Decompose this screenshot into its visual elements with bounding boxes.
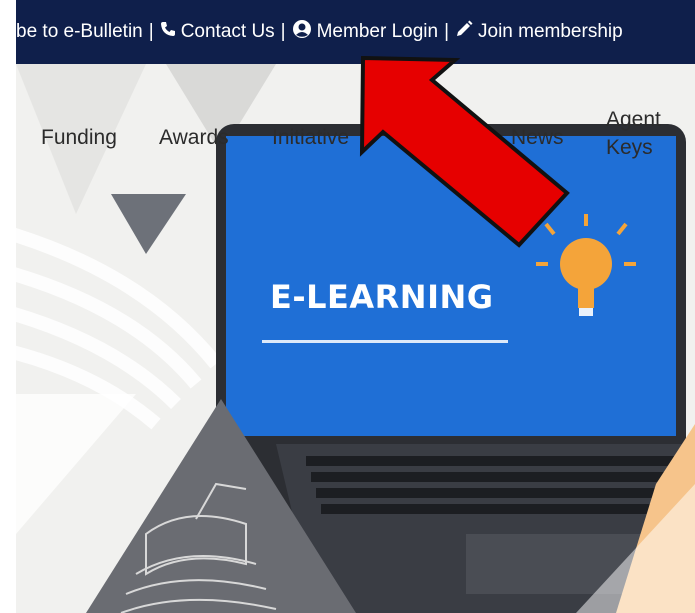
nav-item-news[interactable]: News [511,124,564,152]
main-nav: Funding Awards Initiative News Agent Key… [16,64,695,204]
separator: | [148,21,154,42]
screen-underline [262,340,508,343]
separator: | [444,21,449,42]
user-circle-icon [292,19,312,45]
subscribe-label: be to e-Bulletin [16,21,143,42]
pencil-icon [455,20,473,44]
screen-heading: E-LEARNING [270,278,494,316]
join-membership-link[interactable]: Join membership [455,20,623,44]
nav-item-awards[interactable]: Awards [159,124,229,152]
nav-item-funding[interactable]: Funding [41,124,117,152]
join-membership-label: Join membership [478,21,623,42]
member-login-link[interactable]: Member Login [292,19,438,45]
nav-item-agent-keys[interactable]: Agent Keys [606,106,661,162]
utility-bar: be to e-Bulletin | Contact Us | Member L… [16,0,695,64]
subscribe-link[interactable]: be to e-Bulletin [16,21,143,43]
nav-item-agent-keys-line2: Keys [606,136,653,159]
separator: | [280,21,286,42]
member-login-label: Member Login [316,21,439,42]
nav-item-initiative[interactable]: Initiative [272,124,349,152]
nav-item-agent-keys-line1: Agent [606,108,661,131]
phone-icon [160,21,176,43]
contact-us-link[interactable]: Contact Us [160,21,275,43]
contact-us-label: Contact Us [180,21,275,42]
